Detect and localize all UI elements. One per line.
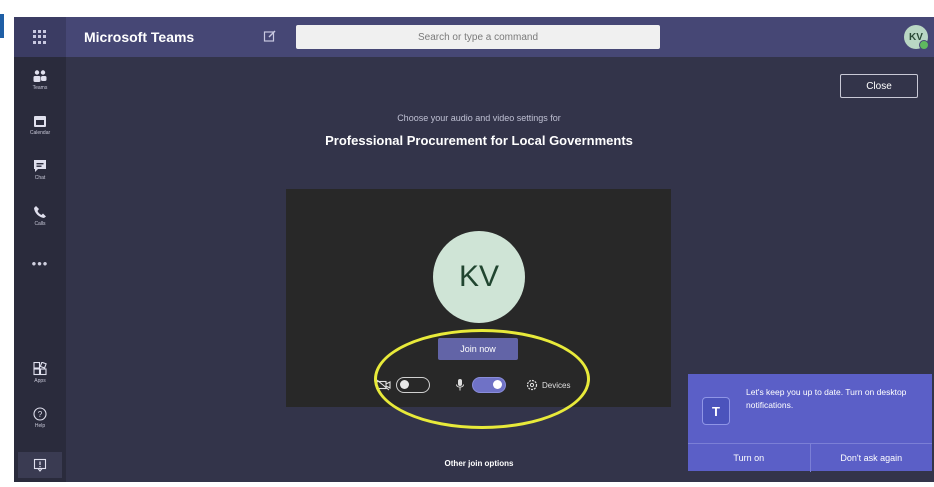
help-icon: ? xyxy=(32,407,48,421)
teams-logo-icon: T xyxy=(702,397,730,425)
gear-icon xyxy=(526,379,538,391)
camera-toggle[interactable] xyxy=(396,377,430,393)
devices-button[interactable]: Devices xyxy=(526,379,570,391)
chat-icon xyxy=(32,159,48,173)
microphone-toggle[interactable] xyxy=(472,377,506,393)
app-launcher-button[interactable] xyxy=(14,17,66,57)
title-bar: Microsoft Teams Search or type a command… xyxy=(14,17,934,57)
av-controls: Devices xyxy=(376,374,570,396)
close-button[interactable]: Close xyxy=(840,74,918,98)
more-apps-button[interactable]: ••• xyxy=(14,256,66,271)
rail-label-calls: Calls xyxy=(34,221,46,227)
rail-item-chat[interactable]: Chat xyxy=(14,159,66,181)
meeting-title: Professional Procurement for Local Gover… xyxy=(325,133,633,148)
dont-ask-again-button[interactable]: Don't ask again xyxy=(809,444,933,472)
rail-item-teams[interactable]: Teams xyxy=(14,69,66,91)
calendar-icon xyxy=(32,114,48,128)
feedback-icon xyxy=(33,458,47,472)
left-edge-mark xyxy=(0,14,4,38)
preview-avatar: KV xyxy=(433,231,525,323)
feedback-button[interactable] xyxy=(18,452,62,478)
microphone-icon xyxy=(456,379,464,391)
prejoin-subtitle: Choose your audio and video settings for xyxy=(397,113,561,123)
toast-actions: Turn on Don't ask again xyxy=(688,443,932,472)
rail-label-teams: Teams xyxy=(32,85,48,91)
camera-off-icon xyxy=(376,379,391,391)
rail-label-chat: Chat xyxy=(34,175,46,181)
svg-text:?: ? xyxy=(38,410,43,419)
avatar-initials: KV xyxy=(458,260,500,293)
turn-on-button[interactable]: Turn on xyxy=(688,444,810,472)
teams-logo-letter: T xyxy=(712,403,720,419)
waffle-icon xyxy=(33,30,47,44)
devices-label: Devices xyxy=(542,380,571,390)
rail-label-calendar: Calendar xyxy=(29,130,51,136)
presence-available-icon xyxy=(919,40,929,50)
other-join-options-link[interactable]: Other join options xyxy=(394,459,564,468)
video-preview: KV Join now Devices xyxy=(286,189,671,407)
rail-item-apps[interactable]: Apps xyxy=(14,362,66,384)
search-input[interactable]: Search or type a command xyxy=(296,25,660,49)
rail-label-help: Help xyxy=(34,423,46,429)
phone-icon xyxy=(32,205,48,219)
join-now-button[interactable]: Join now xyxy=(438,338,518,360)
rail-label-apps: Apps xyxy=(34,378,46,384)
app-title: Microsoft Teams xyxy=(84,29,195,45)
rail-item-calendar[interactable]: Calendar xyxy=(14,114,66,136)
teams-icon xyxy=(32,69,48,83)
rail-item-calls[interactable]: Calls xyxy=(14,205,66,227)
teams-window: Microsoft Teams Search or type a command… xyxy=(14,17,934,482)
new-chat-button[interactable] xyxy=(262,28,278,44)
user-avatar[interactable]: KV xyxy=(904,25,929,50)
rail-item-help[interactable]: ? Help xyxy=(14,407,66,429)
app-rail: Teams Calendar Chat Calls ••• Apps ? Hel… xyxy=(14,57,66,482)
apps-icon xyxy=(32,362,48,376)
compose-icon xyxy=(263,30,276,42)
toast-message: Let's keep you up to date. Turn on deskt… xyxy=(746,387,907,410)
notification-toast: T Let's keep you up to date. Turn on des… xyxy=(688,374,932,472)
